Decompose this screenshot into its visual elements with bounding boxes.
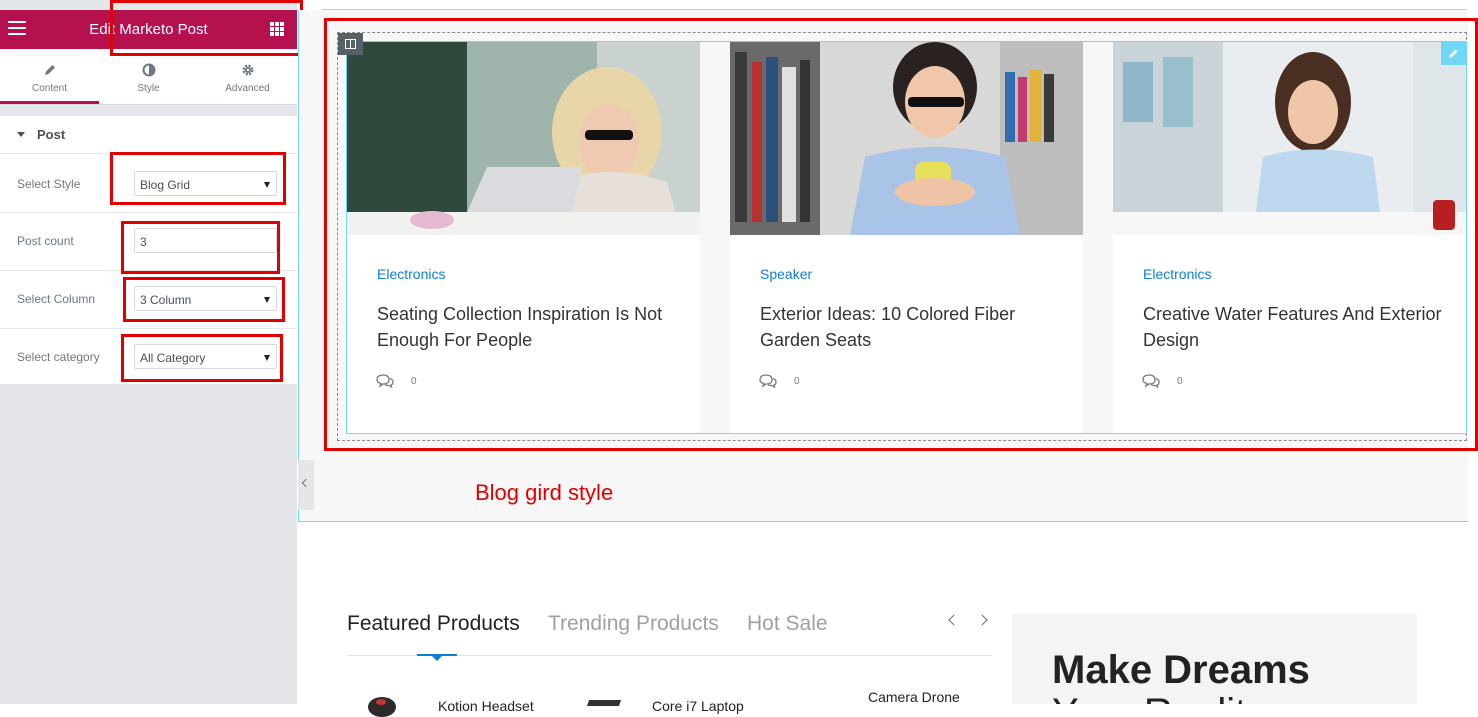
- comment-count: 0: [411, 376, 417, 387]
- tab-featured-products[interactable]: Featured Products: [347, 612, 520, 636]
- tab-style[interactable]: Style: [99, 49, 198, 104]
- control-select-category: Select category All Category: [0, 328, 297, 386]
- post-count-label: Post count: [17, 234, 74, 248]
- section-title: Post: [37, 127, 66, 142]
- annotation-caption: Blog gird style: [475, 480, 614, 505]
- promo-title: Make Dreams: [1052, 648, 1310, 692]
- dropdown-arrow-icon: [264, 182, 270, 188]
- product-image-laptop[interactable]: [586, 700, 622, 706]
- post-title-link[interactable]: Creative Water Features And Exterior Des…: [1143, 301, 1443, 353]
- blog-card: Speaker Exterior Ideas: 10 Colored Fiber…: [730, 42, 1083, 433]
- tab-content-label: Content: [31, 83, 68, 94]
- post-category-link[interactable]: Electronics: [377, 266, 445, 282]
- comment-count: 0: [1177, 376, 1183, 387]
- post-comments[interactable]: 0: [376, 374, 436, 388]
- chevron-right-icon[interactable]: [978, 616, 988, 626]
- control-select-column: Select Column 3 Column: [0, 270, 297, 329]
- tabs-divider: [0, 104, 297, 105]
- collapse-panel-toggle[interactable]: [298, 460, 314, 510]
- dropdown-arrow-icon: [264, 297, 270, 303]
- product-image-headset[interactable]: [368, 697, 396, 717]
- select-category-label: Select category: [17, 350, 100, 364]
- comments-icon: [376, 374, 394, 388]
- section-post-toggle[interactable]: Post: [0, 116, 297, 154]
- woman-mug-photo: [730, 42, 1083, 235]
- active-tab-indicator: [417, 654, 457, 661]
- select-style-value: Blog Grid: [140, 178, 191, 192]
- post-count-value: 3: [140, 235, 147, 249]
- edit-widget-pencil-icon[interactable]: [1441, 42, 1466, 65]
- select-style-dropdown[interactable]: Blog Grid: [134, 171, 277, 196]
- select-style-label: Select Style: [17, 177, 81, 191]
- post-title-link[interactable]: Exterior Ideas: 10 Colored Fiber Garden …: [760, 301, 1060, 353]
- post-comments[interactable]: 0: [759, 374, 819, 388]
- select-category-value: All Category: [140, 351, 206, 365]
- post-thumbnail[interactable]: [347, 42, 700, 235]
- post-thumbnail[interactable]: [730, 42, 1083, 235]
- chevron-left-icon[interactable]: [948, 616, 958, 626]
- promo-banner: Make Dreams Your Reality: [1012, 614, 1417, 704]
- post-count-input[interactable]: 3: [134, 228, 277, 253]
- product-name[interactable]: Camera Drone: [868, 689, 960, 705]
- promo-subtitle: Your Reality: [1052, 691, 1266, 704]
- pencil-icon: [44, 65, 55, 75]
- comments-icon: [1142, 374, 1160, 388]
- dropdown-arrow-icon: [264, 355, 270, 361]
- post-category-link[interactable]: Speaker: [760, 266, 812, 282]
- tab-advanced-label: Advanced: [225, 83, 270, 94]
- woman-phone-photo: [1113, 42, 1466, 235]
- gear-icon: [242, 64, 253, 76]
- product-name[interactable]: Kotion Headset: [438, 698, 534, 714]
- tab-trending-products[interactable]: Trending Products: [548, 612, 719, 636]
- panel-tabs: Content Style Advanced: [0, 49, 297, 104]
- post-comments[interactable]: 0: [1142, 374, 1202, 388]
- select-column-label: Select Column: [17, 292, 96, 306]
- comment-count: 0: [794, 376, 800, 387]
- controls-list: Select Style Blog Grid Post count 3 Sele…: [0, 154, 297, 384]
- tab-hot-sale[interactable]: Hot Sale: [747, 612, 828, 636]
- control-select-style: Select Style Blog Grid: [0, 154, 297, 213]
- tab-content[interactable]: Content: [0, 49, 99, 104]
- select-column-value: 3 Column: [140, 293, 192, 307]
- tab-style-label: Style: [137, 83, 160, 94]
- column-layout-icon[interactable]: [338, 33, 363, 55]
- woman-laptop-photo: [347, 42, 700, 235]
- comments-icon: [759, 374, 777, 388]
- tab-advanced[interactable]: Advanced: [198, 49, 297, 104]
- contrast-icon: [142, 63, 155, 77]
- select-column-dropdown[interactable]: 3 Column: [134, 286, 277, 311]
- blog-card: Electronics Seating Collection Inspirati…: [347, 42, 700, 433]
- select-category-dropdown[interactable]: All Category: [134, 344, 277, 369]
- post-category-link[interactable]: Electronics: [1143, 266, 1211, 282]
- panel-title: Edit Marketo Post: [89, 21, 208, 38]
- widgets-grid-icon[interactable]: [270, 22, 284, 36]
- panel-header: Edit Marketo Post: [0, 10, 297, 49]
- control-post-count: Post count 3: [0, 212, 297, 271]
- editor-panel: Edit Marketo Post Content Style Advanced…: [0, 0, 297, 704]
- product-name[interactable]: Core i7 Laptop: [652, 698, 744, 714]
- post-title-link[interactable]: Seating Collection Inspiration Is Not En…: [377, 301, 677, 353]
- post-thumbnail[interactable]: [1113, 42, 1466, 235]
- caret-down-icon: [17, 132, 25, 137]
- blog-card: Electronics Creative Water Features And …: [1113, 42, 1466, 433]
